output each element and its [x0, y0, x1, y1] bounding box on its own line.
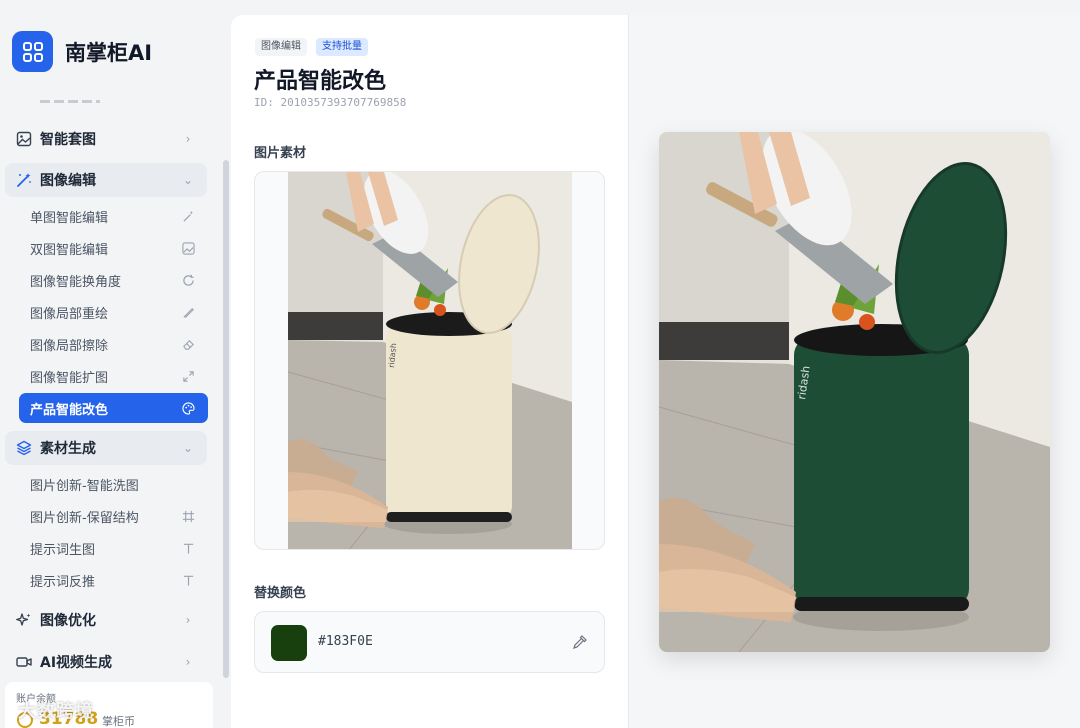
category-tag: 图像编辑: [255, 38, 307, 56]
source-image-dropzone[interactable]: ridash: [254, 171, 605, 550]
nav-group-optimize[interactable]: 图像优化 ›: [5, 603, 207, 637]
image-icon: [15, 130, 33, 148]
recolored-product-image[interactable]: ridash: [659, 132, 1050, 652]
result-bin-body: [794, 337, 969, 607]
app-grid-icon: [12, 31, 53, 72]
chevron-right-icon: ›: [185, 613, 191, 627]
nav-item-erase[interactable]: 图像局部擦除: [19, 329, 208, 359]
palette-icon: [180, 401, 196, 415]
nav-group-label: 图像优化: [40, 613, 96, 629]
edit-panel: 图像编辑 支持批量 产品智能改色 ID: 2010357393707769858…: [231, 15, 628, 728]
clipped-nav-item: [40, 96, 100, 104]
nav-item-recolor[interactable]: 产品智能改色: [19, 393, 208, 423]
brush-icon: [180, 306, 196, 319]
source-product-image: ridash: [288, 172, 572, 549]
expand-icon: [180, 370, 196, 383]
wand-icon: [180, 210, 196, 223]
sidebar: 南掌柜AI 智能套图 › 图像编辑 ⌄ 单图智能编辑 双图智能编辑 图像智能换角…: [0, 0, 220, 728]
nav-item-label: 产品智能改色: [30, 402, 109, 418]
record-id: ID: 2010357393707769858: [254, 96, 407, 109]
nav-group-label: 图像编辑: [40, 173, 96, 189]
crop-icon: [180, 510, 196, 523]
nav-group-image-edit[interactable]: 图像编辑 ⌄: [5, 163, 207, 197]
nav-item-keep-structure[interactable]: 图片创新-保留结构: [19, 501, 208, 531]
nav-group-label: AI视频生成: [40, 655, 113, 671]
nav-item-image-wash[interactable]: 图片创新-智能洗图: [19, 469, 208, 499]
magic-wand-icon: [15, 171, 33, 189]
chevron-right-icon: ›: [185, 655, 191, 669]
nav-item-dual-edit[interactable]: 双图智能编辑: [19, 233, 208, 263]
nav-item-label: 双图智能编辑: [30, 242, 109, 258]
source-image-label: 图片素材: [254, 146, 307, 161]
batch-tag: 支持批量: [316, 38, 368, 56]
nav-group-label: 智能套图: [40, 132, 96, 148]
nav-item-label: 提示词反推: [30, 574, 96, 590]
color-hex-value: #183F0E: [318, 634, 373, 649]
sparkle-icon: [15, 611, 33, 629]
chevron-down-icon: ⌄: [182, 441, 194, 455]
nav-item-angle-change[interactable]: 图像智能换角度: [19, 265, 208, 295]
chevron-down-icon: ⌄: [182, 173, 194, 187]
watermark: 大数跨境: [18, 701, 94, 722]
text-icon: [180, 542, 196, 555]
sidebar-scrollbar[interactable]: [223, 160, 229, 678]
brand[interactable]: 南掌柜AI: [12, 31, 152, 72]
nav-group-label: 素材生成: [40, 441, 96, 457]
image-icon: [180, 241, 196, 255]
nav-item-label: 图像智能扩图: [30, 370, 109, 386]
color-swatch[interactable]: [271, 625, 307, 661]
nav-item-inpaint[interactable]: 图像局部重绘: [19, 297, 208, 327]
nav-item-label: 图片创新-保留结构: [30, 510, 139, 526]
balance-unit: 掌柜币: [102, 715, 135, 728]
nav-group-smart-set[interactable]: 智能套图 ›: [5, 122, 207, 156]
result-area: ridash: [628, 15, 1080, 728]
chevron-right-icon: ›: [185, 132, 191, 146]
nav-item-label: 图像局部擦除: [30, 338, 109, 354]
nav-group-ai-video[interactable]: AI视频生成 ›: [5, 645, 207, 679]
nav-item-label: 提示词生图: [30, 542, 96, 558]
layers-icon: [15, 439, 33, 457]
nav-item-prompt-reverse[interactable]: 提示词反推: [19, 565, 208, 595]
nav-item-label: 图像智能换角度: [30, 274, 122, 290]
page-title: 产品智能改色: [254, 69, 387, 94]
nav-item-single-edit[interactable]: 单图智能编辑: [19, 201, 208, 231]
nav-group-material[interactable]: 素材生成 ⌄: [5, 431, 207, 465]
nav-item-label: 图片创新-智能洗图: [30, 478, 139, 494]
nav-item-label: 图像局部重绘: [30, 306, 109, 322]
nav-item-text-to-image[interactable]: 提示词生图: [19, 533, 208, 563]
text-icon: [180, 574, 196, 587]
eyedropper-icon[interactable]: [572, 634, 588, 650]
app-name: 南掌柜AI: [65, 40, 153, 65]
rotate-icon: [180, 274, 196, 287]
nav-item-label: 单图智能编辑: [30, 210, 109, 226]
color-label: 替换颜色: [254, 586, 307, 601]
eraser-icon: [180, 338, 196, 351]
nav-item-outpaint[interactable]: 图像智能扩图: [19, 361, 208, 391]
color-input[interactable]: #183F0E: [254, 611, 605, 673]
video-icon: [15, 653, 33, 671]
